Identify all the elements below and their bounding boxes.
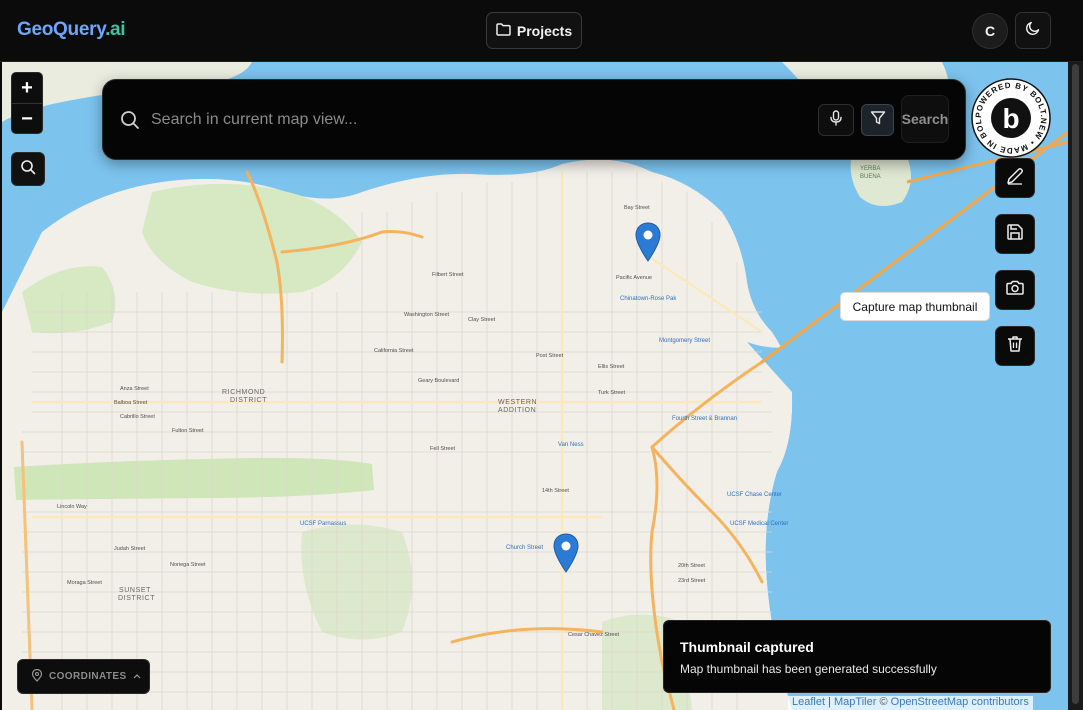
page-scrollbar[interactable] [1068,62,1083,710]
district-label: WESTERN [498,399,537,406]
svg-text:Geary Boulevard: Geary Boulevard [418,378,459,384]
draw-button[interactable] [995,158,1035,198]
filter-icon [870,110,886,131]
trash-icon [1005,334,1025,359]
zoom-in-button[interactable]: + [12,73,42,103]
bolt-badge[interactable]: POWERED BY BOLT.NEW • MADE IN BOLT.NEW •… [967,71,1051,158]
svg-text:BUENA: BUENA [860,174,881,180]
projects-label: Projects [516,22,573,39]
svg-text:Ellis Street: Ellis Street [598,364,625,370]
logo-suffix-text: .ai [105,19,126,40]
svg-text:Anza Street: Anza Street [120,386,149,392]
svg-text:Church Street: Church Street [506,545,543,551]
svg-text:Cesar Chavez Street: Cesar Chavez Street [568,632,620,638]
svg-text:Balboa Street: Balboa Street [114,400,148,406]
user-avatar[interactable]: C [972,13,1008,49]
search-icon [20,159,36,180]
district-label: SUNSET [119,587,151,594]
svg-text:14th Street: 14th Street [542,488,569,494]
svg-text:Post Street: Post Street [536,353,564,359]
chevron-up-icon [133,671,141,682]
save-icon [1005,222,1025,247]
microphone-icon [829,109,843,131]
pencil-icon [1005,166,1025,191]
osm-link[interactable]: OpenStreetMap contributors [891,696,1029,708]
svg-text:Moraga Street: Moraga Street [67,580,102,586]
district-label: RICHMOND [222,389,265,396]
theme-toggle-button[interactable] [1015,12,1051,49]
top-header: GeoQuery.ai Projects C [0,0,1083,62]
search-icon [120,110,140,135]
app-window: GeoQuery.ai Projects C RICHMOND DISTRICT… [0,0,1083,710]
badge-letter: b [1002,103,1019,134]
projects-button[interactable]: Projects [486,12,582,49]
svg-text:Clay Street: Clay Street [468,317,496,323]
coordinates-toggle[interactable]: COORDINATES [17,659,150,694]
coordinates-label: COORDINATES [49,671,127,682]
app-logo[interactable]: GeoQuery.ai [17,19,126,41]
district-label: DISTRICT [118,595,155,602]
toast-notification[interactable]: Thumbnail captured Map thumbnail has bee… [663,620,1051,693]
zoom-out-button[interactable]: − [12,104,42,134]
moon-icon [1025,20,1041,41]
svg-text:20th Street: 20th Street [678,563,705,569]
svg-text:UCSF Parnassus: UCSF Parnassus [300,521,346,527]
svg-text:Washington Street: Washington Street [404,312,450,318]
svg-text:Montgomery Street: Montgomery Street [659,338,710,344]
svg-text:Noriega Street: Noriega Street [170,562,206,568]
svg-text:Lincoln Way: Lincoln Way [57,504,87,510]
logo-main-text: GeoQuery [17,19,106,40]
scrollbar-thumb[interactable] [1072,64,1079,704]
svg-text:Bay Street: Bay Street [624,205,650,211]
svg-text:UCSF Chase Center: UCSF Chase Center [727,492,782,498]
capture-thumbnail-button[interactable] [995,270,1035,310]
capture-tooltip: Capture map thumbnail [840,292,990,321]
leaflet-link[interactable]: Leaflet [792,696,825,708]
camera-icon [1005,278,1025,303]
svg-text:Fell Street: Fell Street [430,446,456,452]
svg-text:California Street: California Street [374,348,414,354]
svg-text:Filbert Street: Filbert Street [432,272,464,278]
search-input[interactable] [151,104,791,136]
save-button[interactable] [995,214,1035,254]
svg-text:Van Ness: Van Ness [558,442,584,448]
svg-text:Chinatown-Rose Pak: Chinatown-Rose Pak [620,296,677,302]
map-attribution: Leaflet | MapTiler © OpenStreetMap contr… [788,696,1033,710]
svg-text:UCSF Medical Center: UCSF Medical Center [730,521,788,527]
district-label: ADDITION [498,407,536,414]
toast-title: Thumbnail captured [680,639,814,655]
map-pin-mission[interactable] [553,533,579,573]
folder-icon [496,22,511,39]
map-pin-icon [31,668,43,685]
voice-search-button[interactable] [818,104,854,136]
zoom-control: + − [11,72,43,134]
svg-text:Pacific Avenue: Pacific Avenue [616,275,652,281]
svg-text:YERBA: YERBA [860,166,880,172]
map-search-toggle-button[interactable] [11,152,45,186]
svg-text:Cabrillo Street: Cabrillo Street [120,414,155,420]
svg-text:Judah Street: Judah Street [114,546,146,552]
toast-description: Map thumbnail has been generated success… [680,662,937,676]
svg-text:Turk Street: Turk Street [598,390,625,396]
svg-text:Fourth Street & Brannan: Fourth Street & Brannan [672,416,737,422]
search-submit-button[interactable]: Search [901,95,949,143]
svg-text:23rd Street: 23rd Street [678,578,706,584]
maptiler-link[interactable]: MapTiler [834,696,876,708]
svg-text:Fulton Street: Fulton Street [172,428,204,434]
filter-button[interactable] [861,104,894,136]
delete-button[interactable] [995,326,1035,366]
map-pin-north[interactable] [635,222,661,262]
district-label: DISTRICT [230,397,267,404]
search-panel: Search [102,79,966,160]
